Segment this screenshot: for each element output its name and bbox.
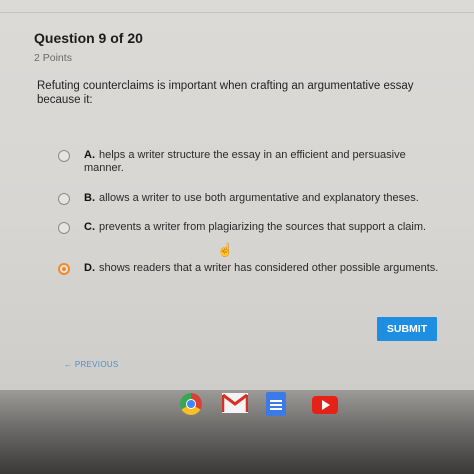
chrome-icon[interactable] [180, 393, 202, 415]
docs-icon[interactable] [266, 392, 286, 416]
previous-link[interactable]: ← PREVIOUS [64, 360, 119, 369]
quiz-screen: Question 9 of 20 2 Points Refuting count… [0, 0, 474, 390]
gmail-icon[interactable] [222, 393, 248, 413]
option-label: D. shows readers that a writer has consid… [84, 262, 439, 274]
option-label: C. prevents a writer from plagiarizing th… [84, 221, 427, 233]
radio-button[interactable] [58, 193, 70, 205]
radio-button[interactable] [58, 222, 70, 234]
question-prompt: Refuting counterclaims is important when… [37, 80, 414, 106]
option-label: A. helps a writer structure the essay in … [84, 149, 406, 174]
top-divider [0, 12, 474, 13]
hand-cursor-icon: ☝ [217, 242, 234, 257]
option-label: B. allows a writer to use both argumentat… [84, 192, 419, 204]
question-header: Question 9 of 20 [34, 30, 143, 46]
points-label: 2 Points [34, 52, 72, 64]
radio-button-selected[interactable] [58, 263, 70, 275]
youtube-icon[interactable] [312, 396, 338, 414]
submit-button[interactable]: SUBMIT [377, 317, 437, 341]
radio-button[interactable] [58, 150, 70, 162]
